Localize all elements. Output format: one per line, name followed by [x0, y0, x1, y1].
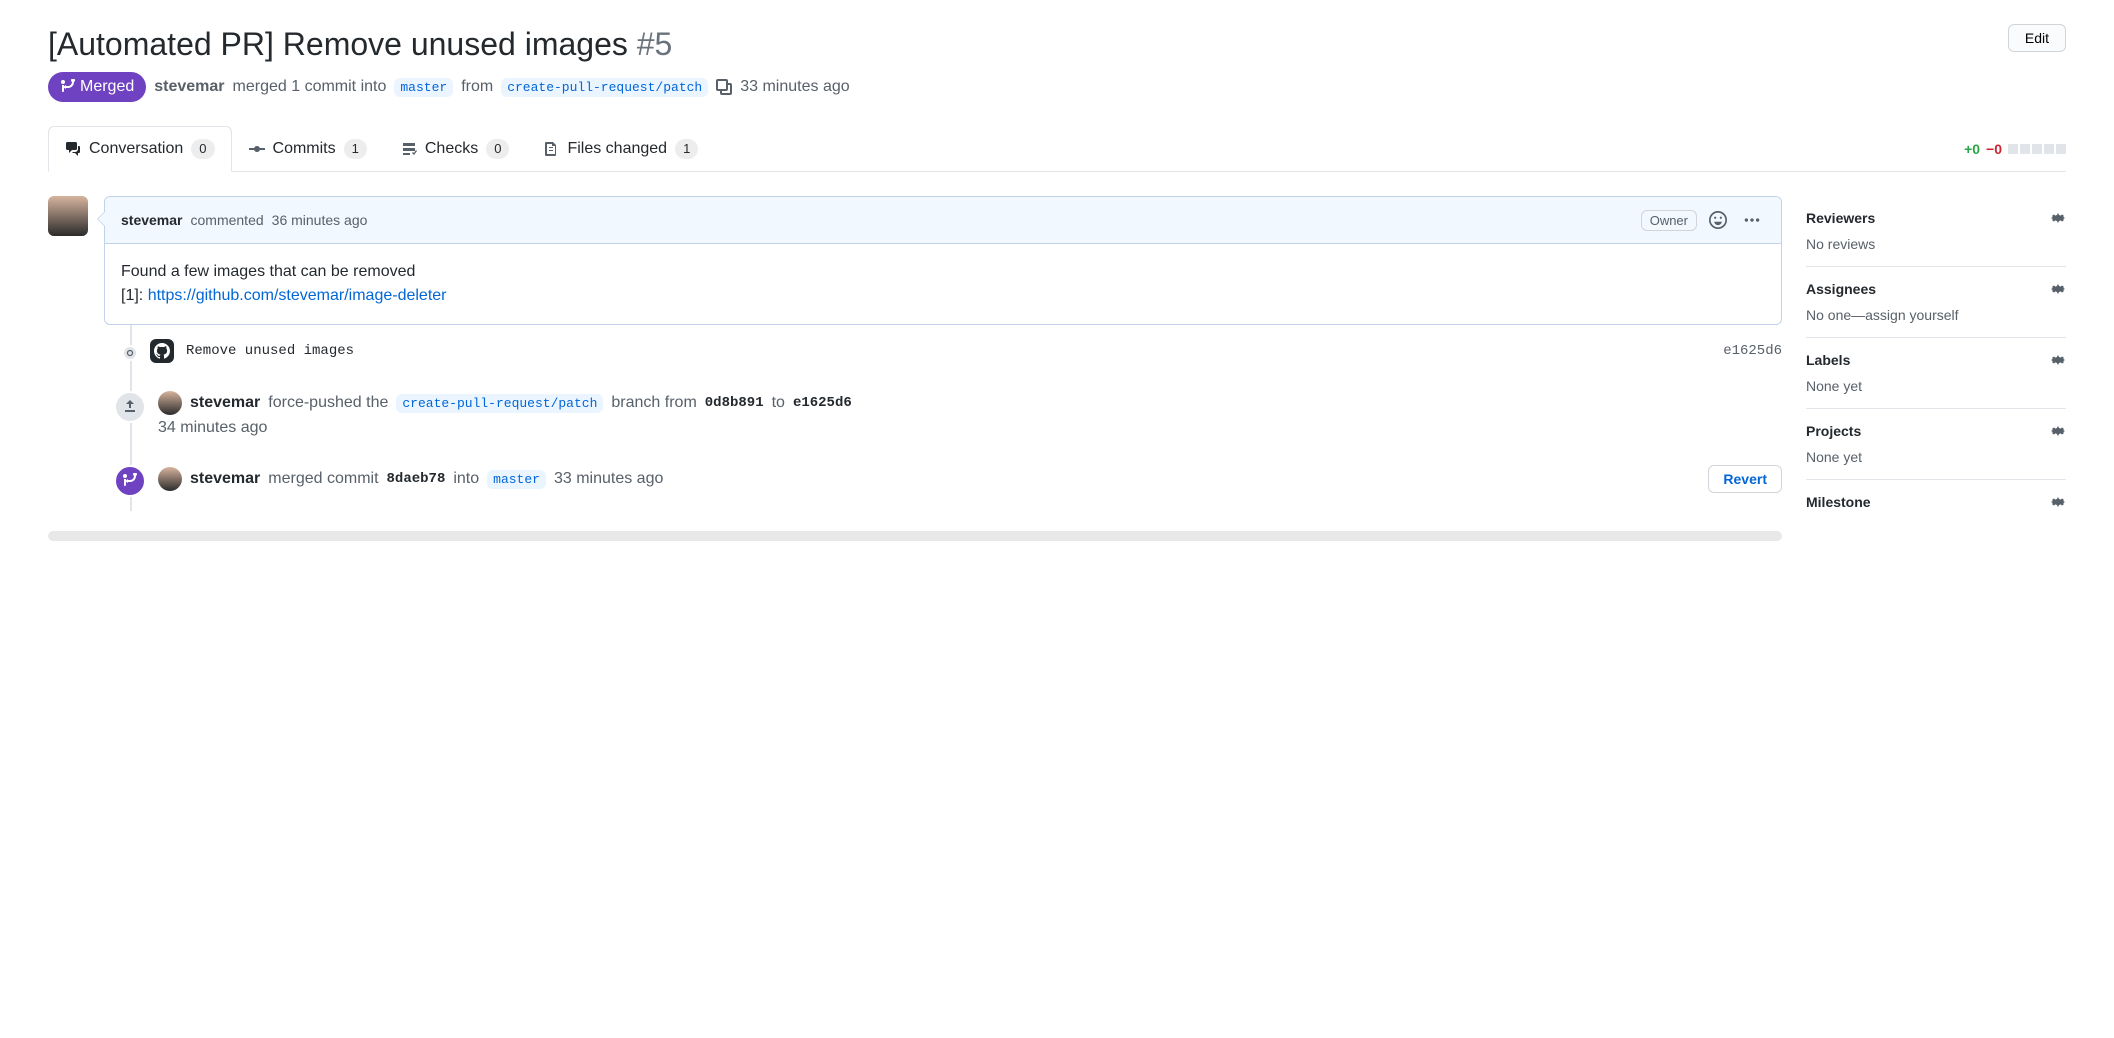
diffstat: +0 −0 [1964, 141, 2066, 157]
forcepush-branch[interactable]: create-pull-request/patch [396, 394, 603, 413]
merge-author2[interactable]: stevemar [190, 470, 260, 488]
pr-tabs: Conversation 0 Commits 1 Checks 0 Files … [48, 126, 2066, 172]
tab-commits-label: Commits [273, 140, 336, 158]
sidebar-projects-body: None yet [1806, 449, 2066, 465]
merge-icon [60, 79, 76, 95]
gear-icon[interactable] [2050, 423, 2066, 439]
sidebar-assignees-body[interactable]: No one—assign yourself [1806, 307, 2066, 323]
comment-link-prefix: [1]: [121, 287, 148, 304]
sidebar-milestone-title: Milestone [1806, 494, 1871, 510]
tab-files-label: Files changed [567, 140, 667, 158]
pr-title-text: [Automated PR] Remove unused images [48, 26, 628, 62]
conversation-icon [65, 141, 81, 157]
comment-author[interactable]: stevemar [121, 212, 183, 228]
sidebar-reviewers-body: No reviews [1806, 236, 2066, 252]
forcepush-sha-new[interactable]: e1625d6 [793, 395, 852, 411]
commit-sha[interactable]: e1625d6 [1723, 343, 1782, 359]
comment-link[interactable]: https://github.com/stevemar/image-delete… [148, 287, 447, 304]
comment-time[interactable]: 36 minutes ago [272, 212, 368, 228]
owner-badge: Owner [1641, 210, 1697, 231]
avatar[interactable] [158, 391, 182, 415]
gear-icon[interactable] [2050, 352, 2066, 368]
merge-time: 33 minutes ago [740, 78, 849, 96]
merge-text1: merged commit [268, 470, 378, 488]
merge-verb: merged 1 commit into [233, 78, 387, 96]
tab-checks[interactable]: Checks 0 [384, 126, 527, 172]
merge-branch[interactable]: master [487, 470, 546, 489]
horizontal-scrollbar[interactable] [48, 531, 1782, 541]
github-avatar-icon[interactable] [150, 339, 174, 363]
commit-dot-icon [122, 345, 138, 361]
forcepush-text1: force-pushed the [268, 394, 388, 412]
diff-boxes [2008, 144, 2066, 154]
comment-line1: Found a few images that can be removed [121, 260, 1765, 284]
head-branch[interactable]: create-pull-request/patch [501, 78, 708, 97]
commit-icon [249, 141, 265, 157]
merge-time2[interactable]: 33 minutes ago [554, 470, 663, 488]
tab-files-count: 1 [675, 139, 698, 159]
forcepush-sha-old[interactable]: 0d8b891 [705, 395, 764, 411]
merge-badge-icon [114, 465, 146, 497]
forcepush-text2: branch from [611, 394, 696, 412]
tab-conversation-label: Conversation [89, 140, 183, 158]
checks-icon [401, 141, 417, 157]
forcepush-to: to [772, 394, 785, 412]
tab-commits[interactable]: Commits 1 [232, 126, 384, 172]
merge-sha[interactable]: 8daeb78 [387, 471, 446, 487]
sidebar-assignees-title: Assignees [1806, 281, 1876, 297]
tab-checks-label: Checks [425, 140, 478, 158]
tab-files[interactable]: Files changed 1 [526, 126, 715, 172]
kebab-icon[interactable] [1739, 207, 1765, 233]
pr-meta: Merged stevemar merged 1 commit into mas… [48, 72, 2066, 102]
comment-verb: commented [191, 212, 264, 228]
sidebar-labels-body: None yet [1806, 378, 2066, 394]
pr-sidebar: Reviewers No reviews Assignees No one—as… [1806, 196, 2066, 534]
diff-deletions: −0 [1986, 141, 2002, 157]
diff-additions: +0 [1964, 141, 1980, 157]
pr-title: [Automated PR] Remove unused images #5 [48, 24, 672, 64]
state-merged-badge: Merged [48, 72, 146, 102]
file-diff-icon [543, 141, 559, 157]
emoji-icon[interactable] [1705, 207, 1731, 233]
pr-number: #5 [637, 26, 673, 62]
forcepush-time[interactable]: 34 minutes ago [158, 419, 1782, 437]
copy-icon[interactable] [716, 79, 732, 95]
force-push-icon [114, 391, 146, 423]
comment-body: Found a few images that can be removed [… [105, 244, 1781, 324]
tab-conversation-count: 0 [191, 139, 214, 159]
gear-icon[interactable] [2050, 281, 2066, 297]
gear-icon[interactable] [2050, 210, 2066, 226]
revert-button[interactable]: Revert [1708, 465, 1782, 493]
base-branch[interactable]: master [394, 78, 453, 97]
tab-commits-count: 1 [344, 139, 367, 159]
commit-message[interactable]: Remove unused images [186, 343, 354, 359]
state-label: Merged [80, 78, 134, 96]
comment-box: stevemar commented 36 minutes ago Owner [104, 196, 1782, 325]
forcepush-author[interactable]: stevemar [190, 394, 260, 412]
edit-button[interactable]: Edit [2008, 24, 2066, 52]
tab-conversation[interactable]: Conversation 0 [48, 126, 232, 172]
sidebar-reviewers-title: Reviewers [1806, 210, 1875, 226]
from-word: from [461, 78, 493, 96]
gear-icon[interactable] [2050, 494, 2066, 510]
sidebar-labels-title: Labels [1806, 352, 1850, 368]
sidebar-projects-title: Projects [1806, 423, 1861, 439]
avatar[interactable] [48, 196, 88, 236]
merge-into: into [453, 470, 479, 488]
tab-checks-count: 0 [486, 139, 509, 159]
avatar[interactable] [158, 467, 182, 491]
merge-author[interactable]: stevemar [154, 78, 224, 96]
